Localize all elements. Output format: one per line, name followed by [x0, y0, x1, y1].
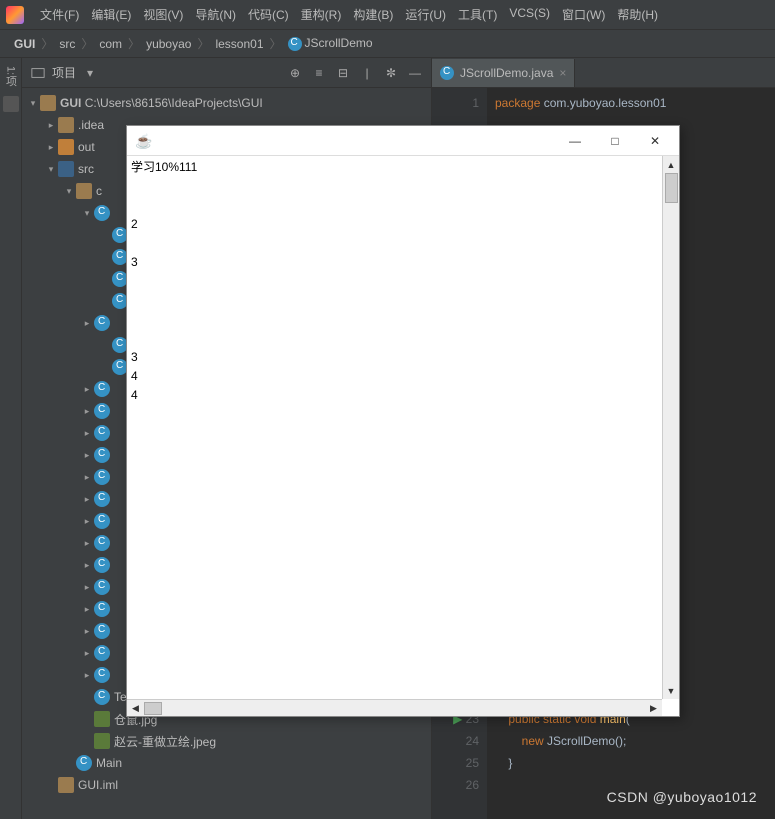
menu-item[interactable]: 导航(N) [189, 2, 242, 27]
img-icon [94, 733, 110, 749]
editor-tabs: JScrollDemo.java × [432, 58, 775, 88]
class-icon [288, 37, 302, 51]
tab-label: JScrollDemo.java [460, 66, 553, 80]
class-icon [94, 381, 110, 397]
tree-row[interactable]: Main [22, 752, 431, 774]
tree-label: GUI.iml [78, 778, 118, 792]
minimize-button[interactable]: — [555, 127, 595, 155]
class-icon [94, 513, 110, 529]
hide-icon[interactable]: — [407, 65, 423, 81]
class-icon [94, 425, 110, 441]
class-icon [94, 315, 110, 331]
menu-item[interactable]: 视图(V) [137, 2, 189, 27]
java-window: — □ ✕ 学习10%111 2 3 344 ▲ ▼ ◀ ▶ [126, 125, 680, 717]
class-icon [94, 645, 110, 661]
java-icon [135, 133, 151, 149]
crumb[interactable]: com [95, 35, 126, 53]
scroll-right-icon[interactable]: ▶ [645, 700, 662, 716]
menu-item[interactable]: 文件(F) [34, 2, 85, 27]
class-icon [94, 601, 110, 617]
class-icon [94, 667, 110, 683]
scroll-up-icon[interactable]: ▲ [663, 156, 679, 173]
tree-row[interactable]: GUI.iml [22, 774, 431, 796]
class-icon [94, 491, 110, 507]
menu-item[interactable]: 代码(C) [242, 2, 295, 27]
class-icon [76, 755, 92, 771]
scroll-thumb[interactable] [144, 702, 162, 715]
tree-label: Main [96, 756, 122, 770]
breadcrumb-bar: GUI 〉 src 〉 com 〉 yuboyao 〉 lesson01 〉 J… [0, 30, 775, 58]
tree-label: .idea [78, 118, 104, 132]
tree-root[interactable]: GUI C:\Users\86156\IdeaProjects\GUI [22, 92, 431, 114]
app-icon [6, 6, 24, 24]
maximize-button[interactable]: □ [595, 127, 635, 155]
divider-icon: | [359, 65, 375, 81]
horizontal-scrollbar[interactable]: ◀ ▶ [127, 699, 662, 716]
locate-icon[interactable]: ⊕ [287, 65, 303, 81]
project-view-icon[interactable] [30, 65, 46, 81]
img-icon [94, 711, 110, 727]
menu-item[interactable]: 窗口(W) [556, 2, 611, 27]
expand-icon[interactable]: ≡ [311, 65, 327, 81]
dropdown-icon[interactable]: ▾ [82, 65, 98, 81]
menu-item[interactable]: 工具(T) [452, 2, 503, 27]
tree-label: 赵云-重做立绘.jpeg [114, 733, 216, 750]
folder-blue-icon [58, 161, 74, 177]
tree-row[interactable]: 赵云-重做立绘.jpeg [22, 730, 431, 752]
class-icon [94, 447, 110, 463]
crumb[interactable]: src [55, 35, 79, 53]
class-icon [440, 66, 454, 80]
sidebar-title: 项目 [52, 64, 76, 81]
class-icon [94, 205, 110, 221]
folder-icon [58, 777, 74, 793]
class-icon [94, 579, 110, 595]
class-icon [94, 689, 110, 705]
class-icon [94, 557, 110, 573]
menu-item[interactable]: 帮助(H) [611, 2, 664, 27]
menu-item[interactable]: 编辑(E) [85, 2, 137, 27]
scroll-left-icon[interactable]: ◀ [127, 700, 144, 716]
tree-label: out [78, 140, 95, 154]
folder-icon [58, 117, 74, 133]
class-icon [94, 623, 110, 639]
class-icon [94, 403, 110, 419]
window-titlebar[interactable]: — □ ✕ [127, 126, 679, 156]
folder-orange-icon [58, 139, 74, 155]
crumb[interactable]: yuboyao [142, 35, 195, 53]
close-button[interactable]: ✕ [635, 127, 675, 155]
folder-icon [76, 183, 92, 199]
menu-item[interactable]: 运行(U) [399, 2, 452, 27]
class-icon [94, 535, 110, 551]
close-icon[interactable]: × [559, 66, 566, 80]
scroll-down-icon[interactable]: ▼ [663, 682, 679, 699]
crumb-file[interactable]: JScrollDemo [284, 34, 377, 53]
structure-tool-icon[interactable] [3, 96, 19, 112]
tree-label: c [96, 184, 102, 198]
tab-jscrolldemo[interactable]: JScrollDemo.java × [432, 59, 575, 87]
crumb[interactable]: lesson01 [211, 35, 267, 53]
menu-item[interactable]: 重构(R) [295, 2, 348, 27]
textarea[interactable]: 学习10%111 2 3 344 [127, 156, 662, 699]
tree-label: src [78, 162, 94, 176]
class-icon [94, 469, 110, 485]
crumb-root[interactable]: GUI [10, 35, 39, 53]
collapse-icon[interactable]: ⊟ [335, 65, 351, 81]
menu-item[interactable]: 构建(B) [347, 2, 399, 27]
scroll-thumb[interactable] [665, 173, 678, 203]
menu-item[interactable]: VCS(S) [503, 2, 556, 27]
settings-icon[interactable]: ✼ [383, 65, 399, 81]
vertical-scrollbar[interactable]: ▲ ▼ [662, 156, 679, 699]
menu-bar: 文件(F)编辑(E)视图(V)导航(N)代码(C)重构(R)构建(B)运行(U)… [0, 0, 775, 30]
project-tool-icon[interactable]: 1:项 [1, 64, 21, 88]
folder-icon [40, 95, 56, 111]
tool-strip: 1:项 [0, 58, 22, 819]
